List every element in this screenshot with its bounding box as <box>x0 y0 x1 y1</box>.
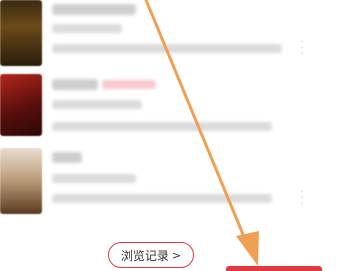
annotation-arrow-head <box>236 231 259 266</box>
annotation-arrow-line <box>144 0 249 246</box>
annotation-arrow <box>144 0 259 266</box>
